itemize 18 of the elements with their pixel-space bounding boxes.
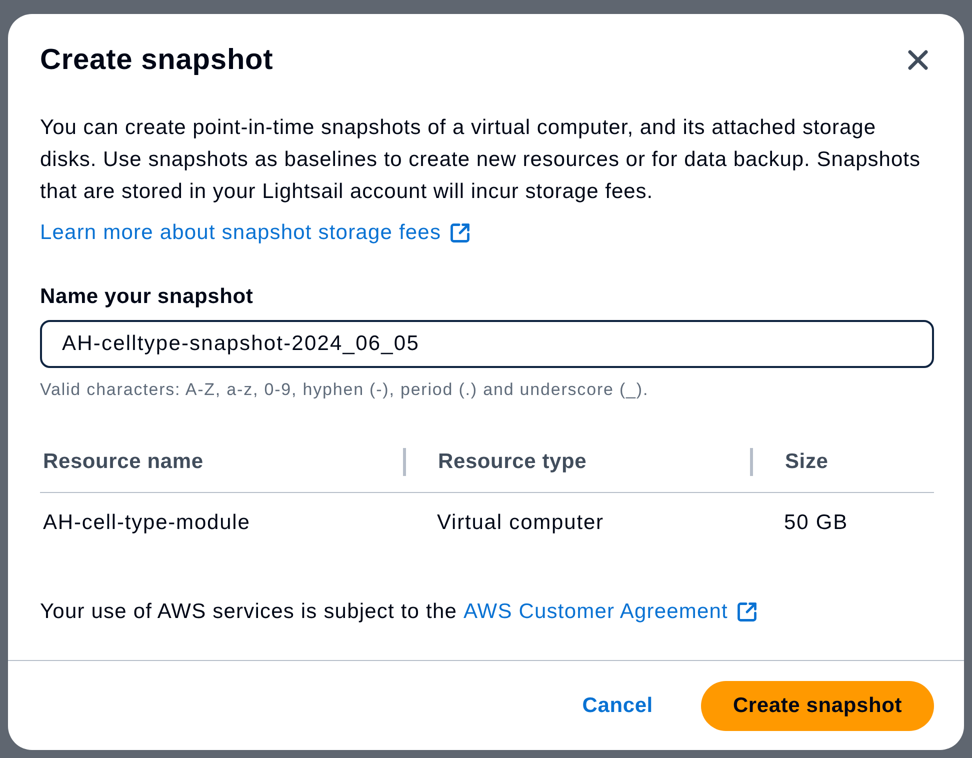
field-label: Name your snapshot	[40, 284, 254, 310]
column-header: Resource type	[438, 449, 587, 475]
table-cell-text: 50 GB	[783, 510, 850, 536]
table-cell-text: AH-cell-type-module	[42, 510, 252, 536]
external-link-icon	[449, 222, 472, 244]
table-cell-text: Virtual computer	[436, 510, 605, 536]
external-link-icon	[736, 601, 758, 623]
field-hint: Valid characters: A-Z, a-z, 0-9, hyphen (-), period (.) and underscore (_).	[40, 379, 649, 401]
dialog-title: Create snapshot	[40, 43, 274, 78]
description-text: You can create point-in-time snapshots of a virtual computer, and its attached storage disks. Use snapshots as baselines to create new resources or for data backup. Snapshots that are stored in your Lightsail account will incur storage fees.	[40, 115, 922, 205]
column-header: Size	[785, 449, 828, 475]
snapshot-name-input[interactable]: AH-celltype-snapshot-2024_06_05	[40, 320, 934, 368]
cancel-button[interactable]: Cancel	[562, 681, 673, 731]
create-snapshot-button[interactable]: Create snapshot	[700, 681, 934, 731]
column-header: Resource name	[43, 449, 204, 475]
customer-agreement-link[interactable]: AWS Customer Agreement	[463, 598, 758, 626]
agreement-text: Your use of AWS services is subject to the AWS Customer Agreement	[40, 598, 758, 626]
learn-more-link[interactable]: Learn more about snapshot storage fees	[40, 217, 472, 249]
